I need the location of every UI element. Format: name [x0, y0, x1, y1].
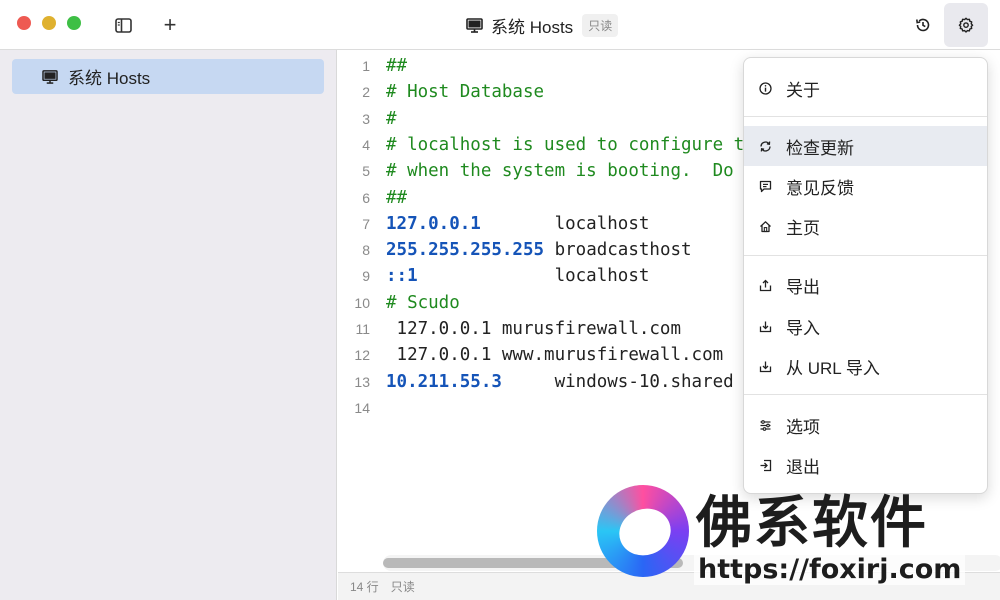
line-number: 7 [362, 215, 370, 232]
export-icon [758, 278, 772, 292]
code-token: 10.211.55.3 [386, 371, 502, 392]
import-icon [758, 319, 772, 333]
menu-item-label: 导入 [786, 318, 820, 338]
line-count: 14 行 [350, 580, 379, 594]
line-number: 9 [362, 268, 370, 285]
watermark-logo [597, 485, 689, 577]
page-title: 系统 Hosts [491, 17, 574, 37]
code-token: windows-10.shared [501, 371, 734, 392]
line-number: 1 [362, 58, 370, 74]
code-token: 127.0.0.1 www.murusfirewall.com [386, 345, 724, 366]
code-token: 127.0.0.1 [386, 213, 481, 234]
code-token: # when the system is booting. Do [386, 161, 734, 182]
code-token: # Scudo [386, 292, 460, 313]
menu-item-check-updates[interactable]: 检查更新 [744, 126, 987, 166]
code-token: # localhost is used to configure t [386, 134, 745, 155]
code-text: # [386, 109, 397, 129]
code-token: ## [386, 56, 408, 76]
menu-item-feedback[interactable]: 意见反馈 [744, 166, 987, 206]
code-token: # [386, 108, 397, 129]
code-token: 127.0.0.1 murusfirewall.com [386, 319, 682, 339]
line-number: 11 [355, 321, 370, 337]
line-number: 5 [362, 163, 370, 180]
code-text: # Scudo [386, 293, 460, 313]
menu-item-label: 意见反馈 [786, 178, 854, 198]
feedback-icon [758, 179, 772, 193]
sidebar-toggle-button[interactable] [110, 12, 136, 38]
code-text: ::1 localhost [386, 266, 649, 286]
menu-divider [744, 116, 987, 117]
code-token: 255.255.255.255 [386, 240, 545, 261]
editor-mode: 只读 [390, 580, 415, 594]
menu-item-label: 从 URL 导入 [786, 358, 880, 378]
menu-item-label: 选项 [786, 417, 820, 437]
menu-item-import[interactable]: 导入 [744, 306, 987, 346]
import-url-icon [758, 359, 772, 373]
minimize-window-button[interactable] [42, 16, 56, 30]
code-text: ## [386, 56, 407, 76]
title-bar: + 系统 Hosts 只读 [0, 0, 1000, 50]
code-text: 127.0.0.1 www.murusfirewall.com [386, 345, 724, 366]
menu-item-homepage[interactable]: 主页 [744, 206, 987, 246]
code-text: 127.0.0.1 murusfirewall.com [386, 319, 681, 339]
menu-item-label: 退出 [786, 457, 820, 477]
line-number: 3 [362, 110, 370, 127]
code-token: ## [386, 187, 408, 208]
menu-divider [744, 394, 987, 395]
history-icon [916, 18, 930, 32]
refresh-icon [758, 139, 772, 153]
exit-icon [758, 458, 772, 472]
window-title: 系统 Hosts 只读 [466, 12, 619, 38]
menu-item-label: 导出 [786, 277, 820, 297]
watermark-url: https://foxirj.com [694, 554, 966, 585]
sidebar-toggle-icon [114, 17, 132, 33]
home-icon [758, 219, 772, 233]
menu-item-options[interactable]: 选项 [744, 405, 987, 445]
line-number: 14 [354, 399, 370, 416]
maximize-window-button[interactable] [67, 16, 81, 30]
code-text: 127.0.0.1 localhost [386, 214, 649, 234]
watermark-title: 佛系软件 [696, 491, 928, 556]
code-token: localhost [480, 213, 650, 234]
line-number: 6 [362, 189, 370, 206]
options-icon [758, 418, 772, 432]
menu-item-export[interactable]: 导出 [744, 265, 987, 305]
sidebar-item-system-hosts[interactable]: 系统 Hosts [12, 59, 324, 94]
menu-item-label: 主页 [786, 218, 820, 238]
gear-icon [958, 17, 974, 33]
settings-button[interactable] [944, 3, 988, 47]
menu-item-label: 检查更新 [786, 138, 854, 158]
line-number: 13 [354, 373, 370, 390]
line-number: 10 [354, 294, 370, 311]
add-icon: + [163, 12, 177, 37]
sidebar-item-label: 系统 Hosts [68, 69, 151, 88]
code-text: 255.255.255.255 broadcasthost [386, 240, 692, 260]
line-number: 8 [362, 242, 370, 259]
code-text: # when the system is booting. Do [386, 161, 734, 181]
code-token: broadcasthost [544, 240, 692, 261]
close-window-button[interactable] [17, 16, 31, 30]
menu-divider [744, 255, 987, 256]
monitor-icon [466, 17, 483, 33]
monitor-icon [42, 69, 58, 84]
app-window: + 系统 Hosts 只读 系统 Hosts 14 13 10.211.55.3… [0, 0, 1000, 600]
line-number: 4 [362, 136, 370, 153]
history-button[interactable] [910, 12, 936, 38]
settings-menu: 关于 检查更新 意见反馈 主页 导出 导入 从 URL 导入 选项 退出 [743, 57, 988, 494]
line-number: 2 [362, 84, 370, 101]
menu-item-import-url[interactable]: 从 URL 导入 [744, 346, 987, 386]
code-text: # localhost is used to configure t [386, 135, 744, 155]
sidebar: 系统 Hosts [0, 50, 337, 600]
info-icon [758, 81, 772, 95]
code-text: # Host Database [386, 82, 544, 102]
readonly-badge: 只读 [582, 13, 619, 37]
code-text: ## [386, 188, 407, 208]
menu-item-about[interactable]: 关于 [744, 68, 987, 108]
code-token: # Host Database [386, 82, 545, 103]
code-token: ::1 [386, 266, 418, 287]
code-token: localhost [417, 266, 650, 287]
menu-item-label: 关于 [786, 80, 820, 100]
line-number: 12 [354, 347, 370, 364]
add-hosts-button[interactable]: + [157, 12, 183, 38]
